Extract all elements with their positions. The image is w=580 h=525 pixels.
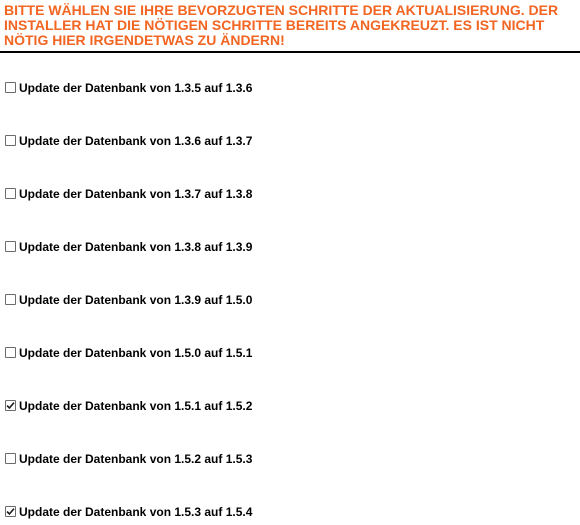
update-step-checkbox[interactable]: [5, 453, 16, 464]
update-step-checkbox[interactable]: [5, 400, 16, 411]
instructions-heading: BITTE WÄHLEN SIE IHRE BEVORZUGTEN SCHRIT…: [4, 2, 559, 48]
checkmark-icon: [6, 402, 15, 410]
update-step-item[interactable]: Update der Datenbank von 1.3.6 auf 1.3.7: [5, 133, 252, 149]
update-step-label: Update der Datenbank von 1.5.2 auf 1.5.3: [19, 452, 253, 466]
update-step-label: Update der Datenbank von 1.5.0 auf 1.5.1: [19, 346, 253, 360]
update-step-checkbox[interactable]: [5, 506, 16, 517]
update-step-item[interactable]: Update der Datenbank von 1.3.5 auf 1.3.6: [5, 80, 252, 96]
update-step-item[interactable]: Update der Datenbank von 1.3.9 auf 1.5.0: [5, 292, 252, 308]
update-step-item[interactable]: Update der Datenbank von 1.5.3 auf 1.5.4: [5, 504, 252, 520]
update-step-label: Update der Datenbank von 1.5.3 auf 1.5.4: [19, 505, 253, 519]
update-step-label: Update der Datenbank von 1.3.8 auf 1.3.9: [19, 240, 253, 254]
heading-divider: [0, 51, 580, 53]
update-step-checkbox[interactable]: [5, 135, 16, 146]
update-step-checkbox[interactable]: [5, 188, 16, 199]
update-step-item[interactable]: Update der Datenbank von 1.5.1 auf 1.5.2: [5, 398, 252, 414]
update-step-label: Update der Datenbank von 1.3.6 auf 1.3.7: [19, 134, 253, 148]
update-step-label: Update der Datenbank von 1.5.1 auf 1.5.2: [19, 399, 253, 413]
update-step-item[interactable]: Update der Datenbank von 1.5.0 auf 1.5.1: [5, 345, 252, 361]
update-step-label: Update der Datenbank von 1.3.9 auf 1.5.0: [19, 293, 253, 307]
update-step-checkbox[interactable]: [5, 82, 16, 93]
update-step-label: Update der Datenbank von 1.3.7 auf 1.3.8: [19, 187, 253, 201]
update-step-checkbox[interactable]: [5, 347, 16, 358]
update-step-checkbox[interactable]: [5, 294, 16, 305]
update-step-checkbox[interactable]: [5, 241, 16, 252]
update-step-label: Update der Datenbank von 1.3.5 auf 1.3.6: [19, 81, 253, 95]
update-step-item[interactable]: Update der Datenbank von 1.3.7 auf 1.3.8: [5, 186, 252, 202]
checkmark-icon: [6, 508, 15, 516]
update-step-item[interactable]: Update der Datenbank von 1.3.8 auf 1.3.9: [5, 239, 252, 255]
update-step-item[interactable]: Update der Datenbank von 1.5.2 auf 1.5.3: [5, 451, 252, 467]
